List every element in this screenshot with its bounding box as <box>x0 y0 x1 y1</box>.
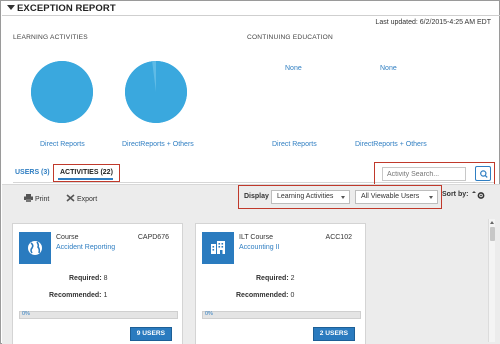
scroll-up-arrow-icon[interactable] <box>490 221 494 224</box>
caption-direct-reports[interactable]: Direct Reports <box>40 141 85 148</box>
recommended-label: Recommended: <box>49 292 102 299</box>
search-icon <box>480 170 488 178</box>
activity-card[interactable]: Course Accident Reporting CAPD676 Requir… <box>12 223 183 344</box>
report-header[interactable]: EXCEPTION REPORT <box>2 2 500 16</box>
completion-progress-bar: 0% <box>19 311 178 319</box>
users-count-button[interactable]: 9 USERS <box>129 327 172 341</box>
recommended-value: 1 <box>103 292 108 299</box>
required-label: Required: <box>256 275 289 282</box>
recommended-value: 0 <box>290 292 295 299</box>
progress-percent: 0% <box>205 311 213 317</box>
caption-direct-reports-others[interactable]: DirectReports + Others <box>122 141 194 148</box>
collapse-caret-icon[interactable] <box>7 5 15 10</box>
required-value: 2 <box>290 275 295 282</box>
ce-direct-reports-others-value: None <box>380 65 397 72</box>
tab-activities-label: ACTIVITIES (22) <box>60 169 113 176</box>
pie-chart-direct-reports[interactable] <box>31 61 93 123</box>
scrollbar-thumb[interactable] <box>490 227 495 241</box>
export-label: Export <box>76 196 98 203</box>
globe-icon <box>28 241 42 255</box>
activity-cards-area: Course Accident Reporting CAPD676 Requir… <box>2 211 500 344</box>
chevron-down-icon <box>429 196 433 199</box>
recommended-label: Recommended: <box>236 292 289 299</box>
required-count: Required: 8 <box>69 275 108 282</box>
recommended-count: Recommended: 0 <box>236 292 294 299</box>
activity-search-input[interactable] <box>382 167 466 181</box>
users-count-button[interactable]: 2 USERS <box>312 327 355 341</box>
user-scope-select[interactable]: All Viewable Users <box>355 190 438 204</box>
pie-svg-direct-reports-others <box>125 61 187 123</box>
display-type-value: Learning Activities <box>277 193 334 200</box>
completion-progress-bar: 0% <box>202 311 361 319</box>
exception-report-panel: EXCEPTION REPORT Last updated: 6/2/2015-… <box>0 0 500 344</box>
user-scope-value: All Viewable Users <box>361 193 420 200</box>
cards-scrollbar[interactable] <box>488 219 495 342</box>
pie-slice <box>31 61 93 123</box>
pie-chart-direct-reports-others[interactable] <box>125 61 187 123</box>
activity-search-highlight <box>374 162 495 186</box>
report-title: EXCEPTION REPORT <box>17 3 116 14</box>
display-filter-highlight: Display Learning Activities All Viewable… <box>238 185 442 209</box>
sort-options-button[interactable] <box>471 191 485 202</box>
building-icon <box>211 241 225 254</box>
required-value: 8 <box>103 275 108 282</box>
activity-name-link[interactable]: Accounting II <box>239 244 279 251</box>
required-label: Required: <box>69 275 102 282</box>
printer-icon <box>24 194 33 202</box>
ce-direct-reports-value: None <box>285 65 302 72</box>
course-type-tile <box>202 232 234 264</box>
chevron-down-icon <box>341 196 345 199</box>
display-label: Display <box>244 193 269 200</box>
sort-by-label: Sort by: <box>442 191 469 198</box>
progress-percent: 0% <box>22 311 30 317</box>
recommended-count: Recommended: 1 <box>49 292 107 299</box>
tab-users[interactable]: USERS (3) <box>13 164 53 182</box>
ce-caption-direct-reports[interactable]: Direct Reports <box>272 141 317 148</box>
activity-code: CAPD676 <box>137 234 169 241</box>
print-button[interactable]: Print <box>24 194 49 203</box>
sort-settings-icon <box>472 191 485 199</box>
pie-svg-direct-reports <box>31 61 93 123</box>
export-button[interactable]: Export <box>66 194 97 203</box>
export-icon <box>66 194 75 202</box>
display-type-select[interactable]: Learning Activities <box>271 190 350 204</box>
search-button[interactable] <box>475 166 491 181</box>
learning-activities-label: LEARNING ACTIVITIES <box>13 34 88 41</box>
active-tab-underline <box>58 178 113 180</box>
last-updated-text: Last updated: 6/2/2015-4:25 AM EDT <box>375 19 491 26</box>
activity-name-link[interactable]: Accident Reporting <box>56 244 115 251</box>
activity-type: Course <box>56 234 79 241</box>
activity-type: ILT Course <box>239 234 273 241</box>
tab-activities[interactable]: ACTIVITIES (22) <box>53 164 120 182</box>
print-label: Print <box>34 196 50 203</box>
activity-card[interactable]: ILT Course Accounting II ACC102 Required… <box>195 223 366 344</box>
activity-code: ACC102 <box>325 234 352 241</box>
course-type-tile <box>19 232 51 264</box>
required-count: Required: 2 <box>256 275 295 282</box>
ce-caption-direct-reports-others[interactable]: DirectReports + Others <box>355 141 427 148</box>
continuing-education-label: CONTINUING EDUCATION <box>247 34 333 41</box>
